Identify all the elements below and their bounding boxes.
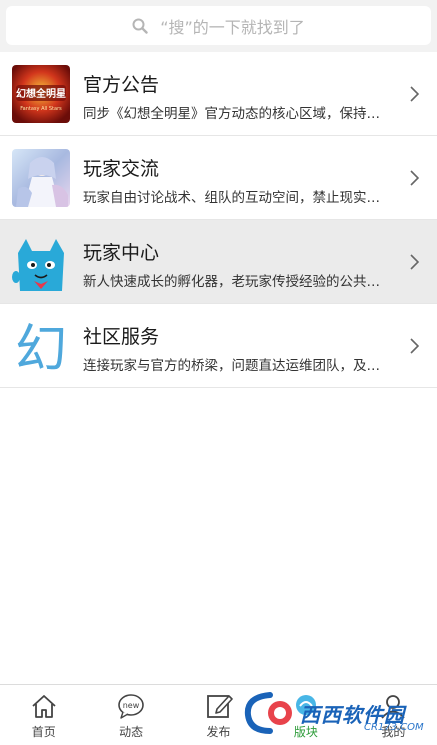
watermark-subtitle: CR173.COM	[364, 722, 424, 733]
forum-title: 玩家交流	[83, 158, 160, 180]
home-icon	[32, 695, 56, 718]
forum-item-announcements[interactable]: 幻想全明星 Fantasy All Stars 官方公告 同步《幻想全明星》官方…	[0, 52, 437, 136]
tab-label: 动态	[119, 725, 144, 739]
forum-item-player-center[interactable]: 玩家中心 新人快速成长的孵化器，老玩家传授经验的公共平台	[0, 220, 437, 304]
forum-description: 新人快速成长的孵化器，老玩家传授经验的公共平台	[83, 274, 393, 290]
forum-title: 官方公告	[83, 74, 160, 96]
forum-description: 连接玩家与官方的桥梁，问题直达运维团队，及时处理	[83, 358, 393, 374]
forum-description: 玩家自由讨论战术、组队的互动空间，禁止现实交易	[83, 190, 393, 206]
watermark-swirl-icon	[244, 692, 292, 734]
chevron-right-icon	[410, 170, 419, 186]
forum-description: 同步《幻想全明星》官方动态的核心区域，保持更新资讯	[83, 106, 393, 122]
chevron-right-icon	[410, 86, 419, 102]
forum-title: 玩家中心	[83, 242, 160, 264]
logo-main-text: 幻想全明星	[16, 87, 66, 100]
tab-label: 首页	[31, 725, 56, 739]
player-exchange-thumbnail	[12, 149, 70, 207]
tab-label: 发布	[206, 725, 231, 739]
logo-sub-text: Fantasy All Stars	[20, 106, 62, 112]
search-bar-container: “搜”的一下就找到了	[0, 0, 437, 52]
announcements-thumbnail: 幻想全明星 Fantasy All Stars	[12, 65, 70, 123]
new-badge-text: new	[123, 701, 140, 710]
player-center-thumbnail	[12, 233, 70, 291]
community-service-thumbnail: 幻	[12, 317, 70, 375]
forum-title: 社区服务	[83, 326, 160, 348]
tab-home[interactable]: 首页	[0, 685, 87, 745]
forum-item-player-exchange[interactable]: 玩家交流 玩家自由讨论战术、组队的互动空间，禁止现实交易	[0, 136, 437, 220]
forum-item-community-service[interactable]: 幻 社区服务 连接玩家与官方的桥梁，问题直达运维团队，及时处理	[0, 304, 437, 388]
search-input[interactable]: “搜”的一下就找到了	[6, 6, 431, 45]
watermark-logo: 西西软件园 CR173.COM	[240, 688, 424, 738]
search-placeholder: “搜”的一下就找到了	[160, 17, 305, 37]
new-bubble-icon: new	[118, 694, 144, 719]
chevron-right-icon	[410, 254, 419, 270]
logo-glyph: 幻	[15, 320, 67, 375]
forum-list: 幻想全明星 Fantasy All Stars 官方公告 同步《幻想全明星》官方…	[0, 52, 437, 388]
chevron-right-icon	[410, 338, 419, 354]
tab-feed[interactable]: new 动态	[87, 685, 174, 745]
search-icon	[132, 18, 148, 34]
edit-icon	[206, 695, 233, 718]
